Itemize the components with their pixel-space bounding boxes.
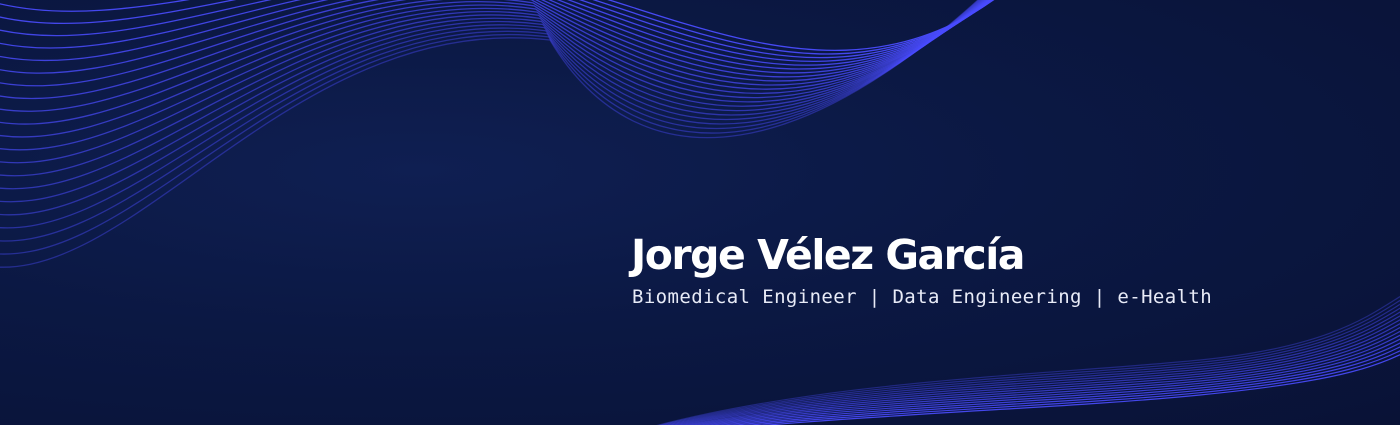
wave-line (0, 0, 984, 203)
profile-tagline: Biomedical Engineer | Data Engineering |… (632, 286, 1213, 308)
profile-banner: Jorge Vélez García Biomedical Engineer |… (0, 0, 1400, 425)
wave-lines-graphic (0, 0, 1400, 425)
profile-name: Jorge Vélez García (631, 231, 1025, 279)
wave-line (0, 0, 981, 242)
top-wave-lines (0, 0, 995, 268)
wave-line (607, 0, 995, 52)
wave-line (0, 0, 985, 177)
